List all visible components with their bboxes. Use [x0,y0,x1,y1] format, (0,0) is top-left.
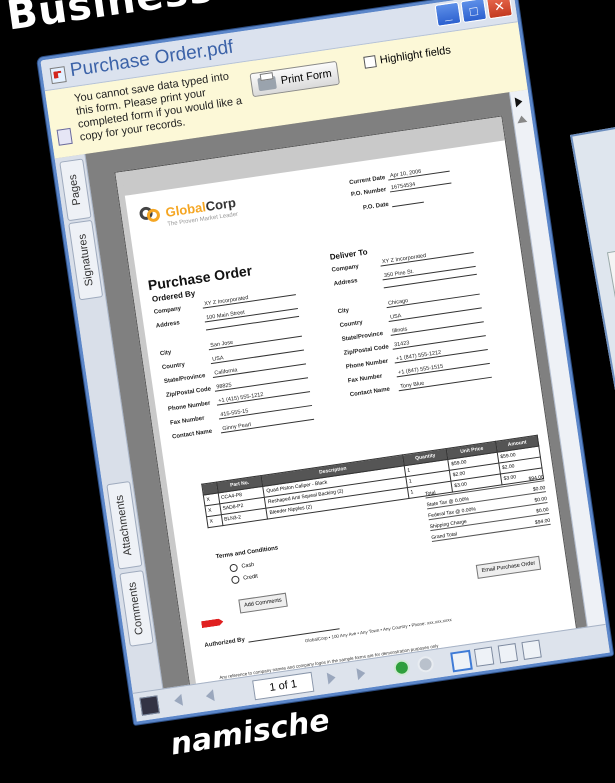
totals-label: Shipping Charge [429,518,468,531]
print-form-label: Print Form [280,67,333,87]
totals-value: $0.00 [534,496,548,504]
pdf-window: Purchase Order.pdf _ □ ✕ You cannot save… [37,0,614,725]
logo-mark-icon [138,203,161,226]
deliver-to-field-label: Address [333,278,359,288]
ordered-by-field-label: Contact Name [171,428,213,441]
credit-option[interactable]: Credit [230,573,259,585]
printer-icon [257,75,277,91]
totals-label: State Tax @ 0.00% [426,496,470,509]
page-indicator[interactable]: 1 of 1 [252,671,315,701]
terms-heading: Terms and Conditions [215,545,279,561]
highlight-fields-toggle[interactable]: Highlight fields [363,44,452,69]
deliver-to-heading: Deliver To [329,247,369,262]
po-date-value[interactable] [392,201,424,208]
tab-signatures-label: Signatures [75,233,96,287]
maximize-button[interactable]: □ [460,0,488,24]
background-window-content [606,244,615,412]
print-form-button[interactable]: Print Form [249,60,341,98]
totals-value: $0.00 [535,506,550,515]
current-date-label: Current Date [348,175,386,187]
continuous-view-icon[interactable] [473,646,495,667]
minimize-button[interactable]: _ [434,1,462,27]
ordered-by-field-label: Zip/Postal Code [165,386,212,399]
screenshot-stage: Business Logik Purchase Order.pdf _ □ ✕ … [0,0,615,783]
next-page-icon[interactable] [326,671,337,685]
totals-value: $94.00 [528,474,545,483]
document-viewport[interactable]: GlobalCorp The Proven Market Leader Curr… [85,92,587,690]
scroll-up-icon[interactable] [516,114,528,124]
deliver-to-field-label: Company [331,263,360,274]
credit-radio[interactable] [230,575,240,585]
add-comments-button[interactable]: Add Comments [238,592,288,614]
remove-row-button[interactable]: X [206,514,223,528]
totals-value: $0.00 [532,485,546,493]
email-purchase-order-button[interactable]: Email Purchase Order [475,555,542,579]
totals-label: Total [424,490,436,498]
deliver-to-field-label: Zip/Postal Code [343,344,390,357]
purchase-order-title: Purchase Order [146,262,254,294]
tab-pages-label: Pages [67,173,84,207]
highlight-fields-checkbox[interactable] [363,55,377,69]
totals-value: $94.00 [534,517,551,526]
deliver-to-field-label: Fax Number [347,373,383,385]
first-page-icon[interactable] [173,693,184,707]
deliver-to-field-label: Country [339,319,364,330]
deliver-to-field-label: Contact Name [349,386,391,399]
last-page-icon[interactable] [356,667,367,681]
deliver-to-field-label: City [337,307,350,316]
deliver-to-field-label [335,289,381,296]
cash-radio[interactable] [229,563,239,573]
ordered-by-field-label: Company [153,305,182,316]
form-document-icon [56,127,73,146]
logo-brand-b: Corp [204,194,237,214]
ordered-by-field-label [158,331,204,338]
ordered-by-field-label: State/Province [163,373,206,386]
cash-option[interactable]: Cash [229,561,255,573]
highlight-fields-label: Highlight fields [379,44,452,67]
go-back-icon[interactable] [392,658,411,677]
po-date-label: P.O. Date [362,201,390,212]
pdf-page: GlobalCorp The Proven Market Leader Curr… [114,115,579,690]
red-arrow-tag-icon [201,618,224,628]
close-button[interactable]: ✕ [485,0,513,20]
tab-attachments-label: Attachments [114,494,135,557]
totals-label: Grand Total [431,531,458,542]
deliver-to-field-label: State/Province [341,330,384,343]
tab-comments-label: Comments [126,581,147,636]
pdf-file-icon [49,66,67,85]
options-arrow-icon[interactable] [514,96,524,108]
deliver-to-field-label: Phone Number [345,358,389,371]
go-forward-icon[interactable] [416,655,435,674]
previous-page-icon[interactable] [205,689,215,703]
ordered-by-field-label: City [159,349,172,358]
po-number-label: P.O. Number [350,186,387,199]
cash-label: Cash [241,561,255,570]
credit-label: Credit [242,573,259,582]
single-page-view-icon[interactable] [450,649,473,673]
panel-toggle-icon[interactable] [139,695,160,716]
facing-view-icon[interactable] [497,643,519,664]
po-date-field[interactable]: P.O. Date [362,197,424,212]
authorized-by-label: Authorized By [204,637,246,649]
ordered-by-field-label: Address [155,320,181,330]
ordered-by-field-label: Fax Number [169,415,205,427]
ordered-by-field-label: Phone Number [167,400,211,413]
ordered-by-field-label: Country [161,361,186,372]
continuous-facing-view-icon[interactable] [521,639,542,661]
